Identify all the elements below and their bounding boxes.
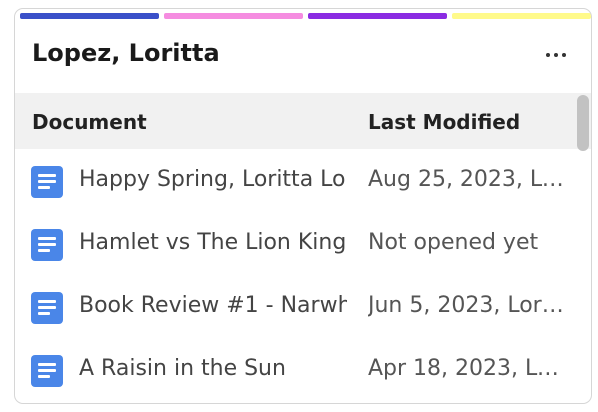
last-modified: Not opened yet xyxy=(368,230,539,255)
last-modified: Apr 18, 2023, Loritta Lopez xyxy=(368,356,564,381)
google-doc-icon xyxy=(31,355,63,387)
doc-line xyxy=(38,243,56,246)
doc-line xyxy=(38,180,56,183)
color-stripes xyxy=(20,13,591,19)
vertical-scrollbar[interactable] xyxy=(575,93,591,403)
doc-line xyxy=(38,363,56,366)
doc-line xyxy=(38,306,56,309)
doc-line xyxy=(38,300,56,303)
more-dot xyxy=(562,53,566,57)
table-row[interactable]: A Raisin in the Sun Apr 18, 2023, Loritt… xyxy=(15,338,591,401)
doc-line xyxy=(38,369,56,372)
doc-line xyxy=(38,249,50,252)
document-title[interactable]: A Raisin in the Sun xyxy=(79,356,347,381)
doc-line xyxy=(38,312,50,315)
doc-line xyxy=(38,186,50,189)
table-row[interactable]: Hamlet vs The Lion King Not opened yet xyxy=(15,212,591,275)
last-modified: Aug 25, 2023, Loritta Lopez xyxy=(368,167,564,192)
doc-line xyxy=(38,375,50,378)
stripe-yellow xyxy=(452,13,591,19)
document-list: Happy Spring, Loritta Lopez Aug 25, 2023… xyxy=(15,149,591,401)
card-title: Lopez, Loritta xyxy=(32,39,220,67)
table-row[interactable]: Book Review #1 - Narwhal Jun 5, 2023, Lo… xyxy=(15,275,591,338)
doc-line xyxy=(38,174,56,177)
document-title[interactable]: Hamlet vs The Lion King xyxy=(79,230,347,255)
more-options-button[interactable] xyxy=(541,43,571,67)
table-header: Document Last Modified xyxy=(15,93,591,149)
documents-card: Lopez, Loritta Document Last Modified Ha… xyxy=(14,8,592,404)
google-doc-icon xyxy=(31,166,63,198)
stripe-purple xyxy=(308,13,447,19)
stripe-blue xyxy=(20,13,159,19)
doc-line xyxy=(38,237,56,240)
table-row[interactable]: Happy Spring, Loritta Lopez Aug 25, 2023… xyxy=(15,149,591,212)
stripe-pink xyxy=(164,13,303,19)
last-modified: Jun 5, 2023, Loritta Lopez xyxy=(368,293,564,318)
google-doc-icon xyxy=(31,292,63,324)
more-horizontal-icon xyxy=(546,53,550,57)
google-doc-icon xyxy=(31,229,63,261)
column-header-last-modified[interactable]: Last Modified xyxy=(368,110,520,134)
document-title[interactable]: Book Review #1 - Narwhal xyxy=(79,293,347,318)
column-header-document[interactable]: Document xyxy=(32,110,147,134)
scrollbar-thumb[interactable] xyxy=(577,95,589,151)
more-dot xyxy=(554,53,558,57)
document-title[interactable]: Happy Spring, Loritta Lopez xyxy=(79,167,347,192)
